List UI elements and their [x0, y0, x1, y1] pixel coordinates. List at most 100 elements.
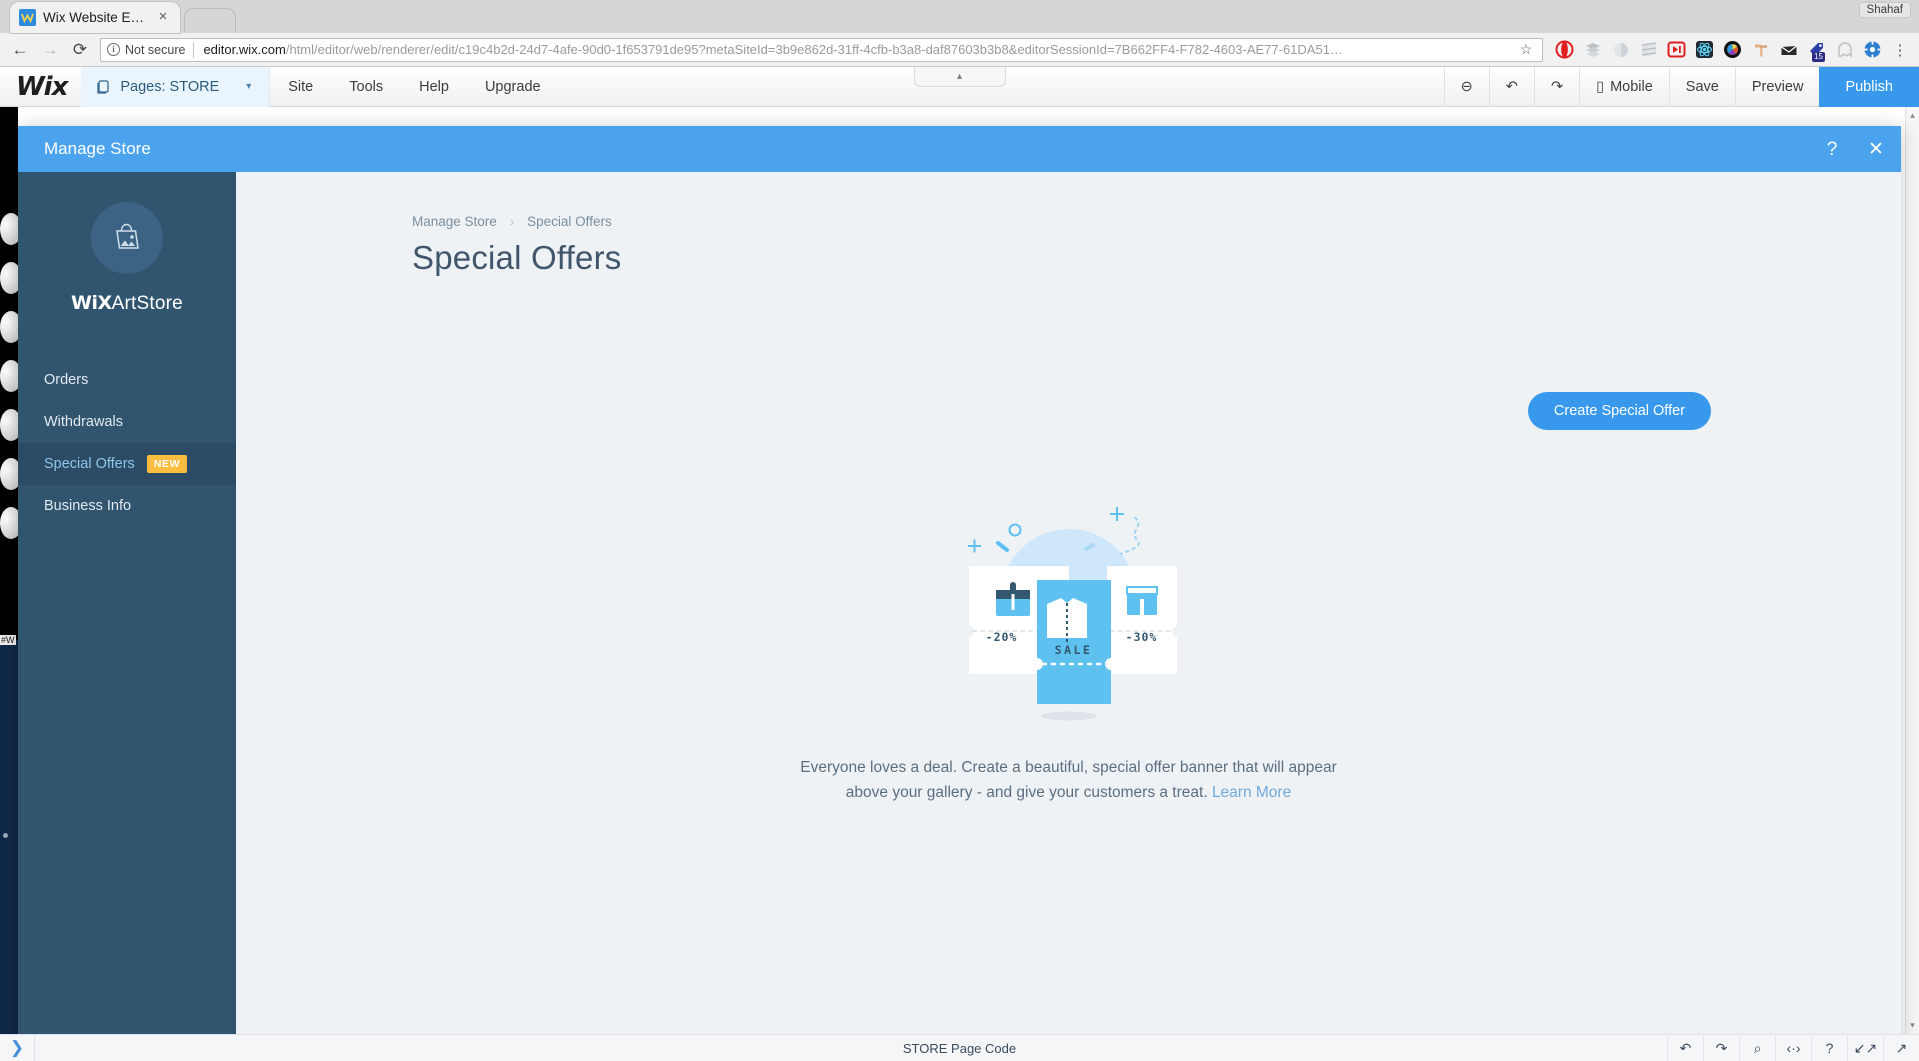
chevron-down-icon: ▾ [246, 81, 252, 92]
reload-button[interactable]: ⟳ [66, 36, 94, 64]
browser-tabstrip: Wix Website Editor × Shahaf [0, 0, 1919, 33]
layers-extension[interactable] [1579, 36, 1606, 63]
search-icon[interactable]: ⌕ [1739, 1034, 1775, 1061]
pages-extension[interactable] [1635, 36, 1662, 63]
circle-extension[interactable] [1607, 36, 1634, 63]
store-name: WiXArtStore [18, 292, 236, 315]
opera-shield-extension[interactable] [1551, 36, 1578, 63]
fullscreen-icon[interactable]: ↗ [1883, 1034, 1919, 1061]
undo-button[interactable]: ↶ [1488, 67, 1534, 107]
publish-button[interactable]: Publish [1819, 67, 1919, 107]
new-tab-button[interactable] [184, 8, 236, 33]
modal-body: WiXArtStore Orders Withdrawals Special O… [18, 172, 1901, 1061]
help-icon[interactable]: ? [1811, 1034, 1847, 1061]
editor-footer: ❯ STORE Page Code ↶ ↷ ⌕ ‹·› ? ↙↗ ↗ [0, 1034, 1919, 1061]
learn-more-link[interactable]: Learn More [1212, 784, 1291, 801]
menu-site[interactable]: Site [270, 67, 331, 107]
store-main-content: Manage Store › Special Offers Special Of… [236, 172, 1901, 1061]
sidebar-item-business-info[interactable]: Business Info [18, 485, 236, 527]
breadcrumb-parent[interactable]: Manage Store [412, 214, 497, 229]
editor-right-scroll[interactable]: ▴ ▾ [1905, 107, 1919, 1034]
save-button[interactable]: Save [1668, 67, 1735, 107]
address-bar[interactable]: i Not secure editor.wix.com/html/editor/… [100, 37, 1543, 62]
zoom-out-icon: ⊖ [1460, 78, 1473, 95]
tag-extension[interactable]: 15 [1803, 36, 1830, 63]
mail-extension[interactable] [1775, 36, 1802, 63]
wix-favicon [19, 9, 36, 26]
url-path: /html/editor/web/renderer/edit/c19c4b2d-… [285, 42, 1343, 57]
right-ticket-discount: -30% [1125, 630, 1158, 644]
forward-button[interactable]: → [36, 36, 64, 64]
scroll-down-icon[interactable]: ▾ [1910, 1020, 1915, 1031]
wix-logo: Wix [16, 71, 68, 102]
empty-state: . [236, 502, 1901, 805]
color-wheel-extension[interactable] [1719, 36, 1746, 63]
security-status-label: Not secure [125, 42, 186, 57]
sidebar-item-special-offers[interactable]: Special Offers NEW [18, 443, 236, 485]
wix-editor: Wix Pages: STORE ▾ Site Tools Help Upgra… [0, 67, 1919, 1061]
breadcrumb: Manage Store › Special Offers [412, 214, 1841, 229]
pages-icon [95, 79, 111, 95]
close-icon[interactable]: × [155, 9, 171, 26]
store-sidebar: WiXArtStore Orders Withdrawals Special O… [18, 172, 236, 1061]
wrench-extension[interactable] [1747, 36, 1774, 63]
url-host: editor.wix.com [203, 42, 286, 57]
star-icon[interactable]: ☆ [1516, 41, 1536, 58]
preview-button[interactable]: Preview [1734, 67, 1820, 107]
close-icon[interactable]: ✕ [1865, 140, 1887, 159]
create-special-offer-button[interactable]: Create Special Offer [1527, 392, 1711, 430]
sidebar-item-orders[interactable]: Orders [18, 359, 236, 401]
sidebar-item-withdrawals[interactable]: Withdrawals [18, 401, 236, 443]
sidebar-item-label: Withdrawals [44, 414, 123, 430]
redo-icon[interactable]: ↷ [1703, 1034, 1739, 1061]
kebab-menu-icon[interactable]: ⋮ [1887, 41, 1913, 59]
store-bag-icon [91, 202, 163, 274]
tabstrip-left-padding [0, 0, 10, 33]
pages-selector-label: Pages: STORE [120, 78, 220, 95]
panel-collapse-handle[interactable]: ▴ [913, 67, 1006, 87]
undo-icon: ↶ [1505, 78, 1518, 95]
extension-tray: 15 ⋮ [1551, 36, 1913, 63]
info-circle-icon[interactable]: i [107, 43, 120, 56]
breadcrumb-separator: › [509, 214, 515, 229]
special-offer-illustration: . [939, 502, 1199, 727]
browser-chrome: Wix Website Editor × Shahaf ← → ⟳ i Not … [0, 0, 1919, 67]
editor-topbar-actions: ⊖ ↶ ↷ ▯ Mobile Save Preview Publish [1443, 67, 1919, 107]
mobile-toggle[interactable]: ▯ Mobile [1579, 67, 1669, 107]
breadcrumb-current: Special Offers [527, 214, 612, 229]
target-extension[interactable] [1859, 36, 1886, 63]
center-ticket-label: SALE [1054, 643, 1093, 657]
profile-chip[interactable]: Shahaf [1858, 2, 1911, 18]
editor-left-rail-navy [0, 640, 18, 1061]
undo-icon[interactable]: ↶ [1667, 1034, 1703, 1061]
react-devtools-extension[interactable] [1691, 36, 1718, 63]
sidebar-item-label: Special Offers [44, 456, 135, 472]
menu-upgrade[interactable]: Upgrade [467, 67, 559, 107]
omnibox-divider [193, 41, 195, 58]
menu-tools[interactable]: Tools [331, 67, 401, 107]
footer-tools: ↶ ↷ ⌕ ‹·› ? ↙↗ ↗ [1667, 1034, 1919, 1061]
help-icon[interactable]: ? [1821, 140, 1843, 159]
zoom-out-button[interactable]: ⊖ [1443, 67, 1489, 107]
back-button[interactable]: ← [6, 36, 34, 64]
pages-selector[interactable]: Pages: STORE ▾ [81, 67, 271, 107]
empty-state-text: Everyone loves a deal. Create a beautifu… [789, 755, 1349, 805]
expand-panel-icon[interactable]: ❯ [0, 1038, 34, 1058]
browser-toolbar: ← → ⟳ i Not secure editor.wix.com/html/e… [0, 33, 1919, 67]
rail-dot [3, 833, 8, 838]
store-name-light: ArtStore [111, 293, 183, 314]
modal-title: Manage Store [44, 139, 151, 158]
browser-tab[interactable]: Wix Website Editor × [10, 2, 180, 33]
store-name-bold: WiX [71, 292, 112, 314]
menu-help[interactable]: Help [401, 67, 467, 107]
url-text: editor.wix.com/html/editor/web/renderer/… [203, 42, 1516, 57]
redo-button[interactable]: ↷ [1533, 67, 1579, 107]
mobile-icon: ▯ [1596, 78, 1605, 95]
ghost-extension[interactable] [1831, 36, 1858, 63]
expand-icon[interactable]: ↙↗ [1847, 1034, 1883, 1061]
redo-icon: ↷ [1550, 78, 1564, 95]
fast-forward-extension[interactable] [1663, 36, 1690, 63]
code-icon[interactable]: ‹·› [1775, 1034, 1811, 1061]
extension-badge-count: 15 [1812, 52, 1825, 62]
scroll-up-icon[interactable]: ▴ [1910, 110, 1915, 121]
